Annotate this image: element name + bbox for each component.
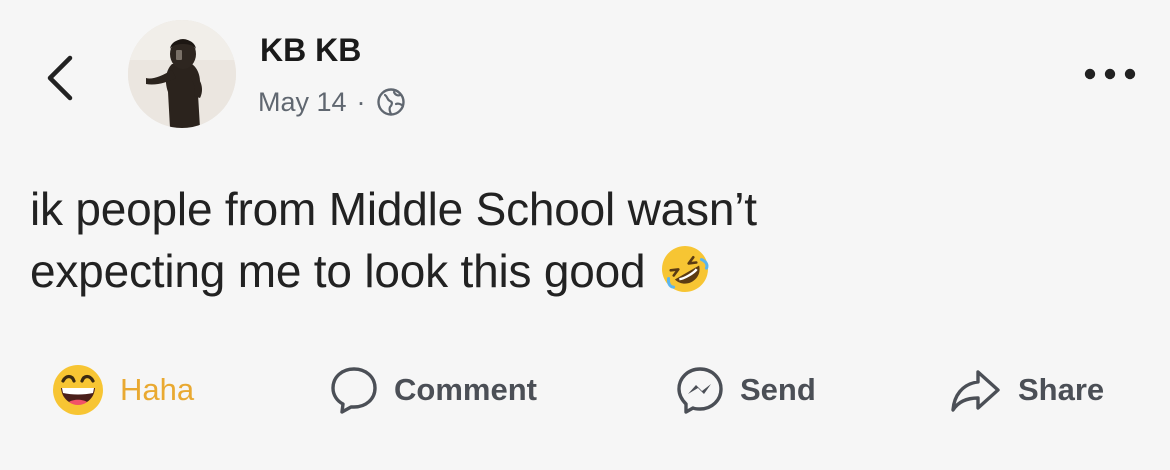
send-label: Send [740,372,816,407]
meta-separator: · [356,86,366,117]
profile-photo [128,20,236,128]
haha-reaction-icon [53,365,103,415]
comment-bubble-icon [331,367,377,414]
back-button[interactable] [38,52,82,104]
more-dots-icon [1084,68,1136,80]
share-arrow-icon [951,370,1000,412]
action-bar: Haha Comment Send Share [0,350,1170,430]
author-name[interactable]: KB KB [260,32,361,69]
comment-label: Comment [394,372,537,407]
post-meta: May 14 · [258,84,406,120]
post-text-line-2: expecting me to look this good [30,240,1050,302]
send-button[interactable]: Send [674,362,816,418]
comment-button[interactable]: Comment [328,362,537,418]
post-text-line-2-text: expecting me to look this good [30,245,646,297]
more-options-button[interactable] [1080,60,1140,88]
share-label: Share [1018,372,1105,407]
haha-label: Haha [120,372,195,407]
messenger-icon [677,367,723,414]
post-date[interactable]: May 14 [258,87,347,118]
rolling-on-floor-laughing-emoji [662,246,709,292]
avatar[interactable] [128,20,236,128]
post-text: ik people from Middle School wasn’t expe… [30,178,1050,302]
haha-reaction-button[interactable]: Haha [50,362,194,418]
share-button[interactable]: Share [948,362,1104,418]
post-text-line-1: ik people from Middle School wasn’t [30,183,757,235]
chevron-left-icon [47,55,73,101]
globe-icon [376,88,405,116]
